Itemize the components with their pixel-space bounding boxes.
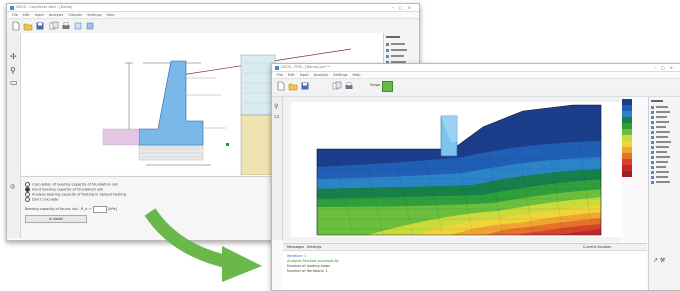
bottom-tab-bar: Messages Settings Current Solution xyxy=(283,244,647,251)
menu-edit[interactable]: Edit xyxy=(23,13,30,17)
message-line: Iteration: 1 xyxy=(287,254,307,258)
front-menubar: File Edit Input Analysis Settings Help xyxy=(272,72,680,79)
save-icon[interactable] xyxy=(300,81,310,91)
menu-input[interactable]: Input xyxy=(300,73,309,77)
panel-item[interactable] xyxy=(651,140,680,144)
print-icon[interactable] xyxy=(344,81,354,91)
panel-frames xyxy=(386,35,418,39)
window-controls[interactable]: –□× xyxy=(392,5,416,10)
message-line: Analysis finished successfully xyxy=(287,259,339,263)
panel-item[interactable] xyxy=(651,130,680,134)
bearing-capacity-label: Bearing capacity of found. soil : xyxy=(25,207,81,211)
bearing-capacity-symbol: R_d = xyxy=(81,207,92,211)
move-icon[interactable]: ✢ xyxy=(10,53,17,61)
panel-item[interactable] xyxy=(651,120,680,124)
menu-analysis[interactable]: Analysis xyxy=(314,73,328,77)
panel-frames xyxy=(651,99,680,103)
open-folder-icon[interactable] xyxy=(23,21,33,31)
menu-settings[interactable]: Settings xyxy=(87,13,101,17)
menu-help[interactable]: Help xyxy=(106,13,114,17)
front-titlebar: GEO5 - FEM - [Demo].gm7 * –□× xyxy=(272,64,680,72)
tab-settings[interactable]: Settings xyxy=(307,245,321,249)
settings-icon[interactable] xyxy=(85,21,95,31)
copy-icon[interactable] xyxy=(49,21,59,31)
message-line: Number of iterations: 1 xyxy=(287,269,328,273)
back-menubar: File Edit Input Analysis Outputs Settings Help xyxy=(7,12,419,19)
stage-label: Stage xyxy=(370,83,381,87)
back-titlebar: GEO5 - Cantilever Wall - [Demo] –□× xyxy=(7,4,419,12)
contour-legend xyxy=(622,99,646,179)
app-icon xyxy=(10,5,14,10)
panel-item[interactable] xyxy=(651,165,680,169)
panel-item[interactable] xyxy=(651,145,680,149)
open-folder-icon[interactable] xyxy=(288,81,298,91)
front-window: GEO5 - FEM - [Demo].gm7 * –□× File Edit In… xyxy=(271,63,680,291)
panel-item[interactable] xyxy=(651,115,680,119)
view-icon[interactable]: ◎ xyxy=(10,183,15,191)
menu-file[interactable]: File xyxy=(12,13,18,17)
menu-settings[interactable]: Settings xyxy=(333,73,347,77)
panel-item[interactable] xyxy=(651,135,680,139)
bearing-capacity-unit: [kPa] xyxy=(108,207,117,211)
zoom-region-icon[interactable]: ▭ xyxy=(10,79,18,87)
details-button[interactable]: In detail xyxy=(25,215,87,223)
panel-item[interactable] xyxy=(651,180,680,184)
back-toolbar xyxy=(7,19,419,34)
app-icon xyxy=(275,65,279,70)
menu-edit[interactable]: Edit xyxy=(288,73,295,77)
stage-button[interactable] xyxy=(382,81,393,92)
menu-outputs[interactable]: Outputs xyxy=(68,13,82,17)
menu-input[interactable]: Input xyxy=(35,13,44,17)
panel-item[interactable] xyxy=(386,54,418,58)
panel-item[interactable] xyxy=(651,110,680,114)
export-icon[interactable] xyxy=(73,21,83,31)
details-button-label: In detail xyxy=(48,217,64,221)
panel-tool-icons[interactable]: ↗ ⚒ xyxy=(653,257,665,264)
menu-help[interactable]: Help xyxy=(353,73,361,77)
print-icon[interactable] xyxy=(61,21,71,31)
panel-item[interactable] xyxy=(651,125,680,129)
menu-file[interactable]: File xyxy=(277,73,283,77)
panel-item[interactable] xyxy=(651,160,680,164)
window-controls[interactable]: –□× xyxy=(654,65,678,70)
panel-item[interactable] xyxy=(651,105,680,109)
copy-icon[interactable] xyxy=(332,81,342,91)
fem-contour-plot xyxy=(283,97,621,242)
message-line: Number of loading steps xyxy=(287,264,331,268)
menu-analysis[interactable]: Analysis xyxy=(49,13,63,17)
new-file-icon[interactable] xyxy=(11,21,21,31)
front-right-panel: ↗ ⚒ xyxy=(648,97,680,290)
zoom-icon[interactable]: ⚲ xyxy=(10,67,16,75)
option-dont-calculate[interactable]: Don't calculate xyxy=(25,197,58,202)
bearing-capacity-input[interactable] xyxy=(93,206,107,213)
panel-item[interactable] xyxy=(386,42,418,46)
panel-item[interactable] xyxy=(386,48,418,52)
front-window-title: GEO5 - FEM - [Demo].gm7 * xyxy=(281,65,331,69)
new-file-icon[interactable] xyxy=(276,81,286,91)
current-solution-label: Current Solution xyxy=(583,245,612,249)
save-icon[interactable] xyxy=(35,21,45,31)
front-bottom-panel: Messages Settings Current Solution Itera… xyxy=(283,243,647,290)
legend-color-bar xyxy=(622,99,632,177)
panel-item[interactable] xyxy=(651,155,680,159)
front-left-rail: ⚲ ▭ xyxy=(272,97,283,240)
panel-item[interactable] xyxy=(651,150,680,154)
zoom-icon[interactable]: ⚲ xyxy=(274,103,278,111)
back-window-title: GEO5 - Cantilever Wall - [Demo] xyxy=(16,5,73,9)
zoom-region-icon[interactable]: ▭ xyxy=(274,113,280,121)
back-left-rail: ✢ ⚲ ▭ ◎ xyxy=(7,33,21,238)
panel-item[interactable] xyxy=(651,175,680,179)
panel-item[interactable] xyxy=(651,170,680,174)
tab-messages[interactable]: Messages xyxy=(287,245,304,249)
